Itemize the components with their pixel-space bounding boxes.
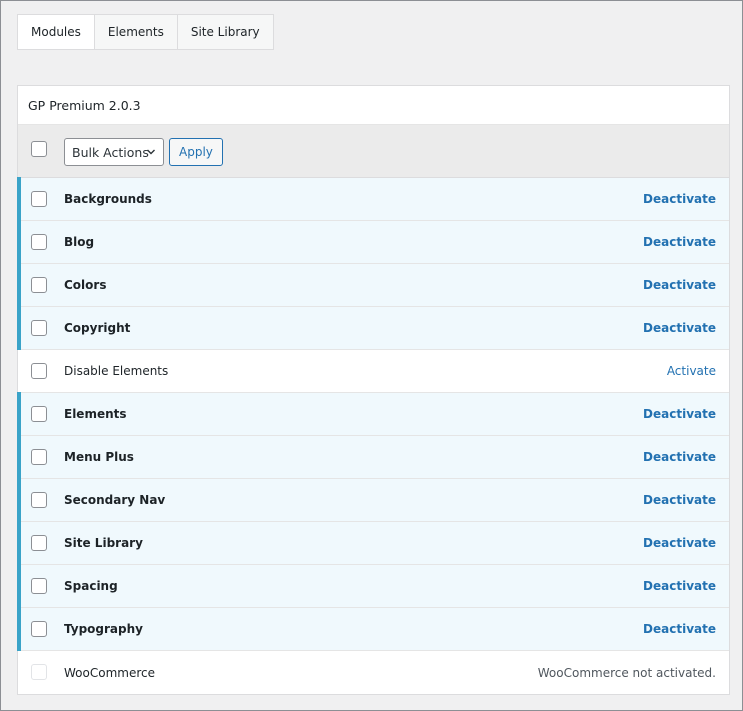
module-name: WooCommerce — [64, 665, 155, 680]
module-name: Disable Elements — [64, 364, 169, 378]
deactivate-link[interactable]: Deactivate — [643, 278, 716, 292]
module-row-menu-plus: Menu Plus Deactivate — [17, 435, 729, 479]
activate-link[interactable]: Activate — [667, 364, 716, 378]
module-name: Blog — [64, 235, 95, 249]
row-checkbox[interactable] — [31, 191, 47, 207]
bulk-actions-select[interactable]: Bulk Actions — [64, 138, 164, 166]
deactivate-link[interactable]: Deactivate — [643, 622, 716, 636]
deactivate-link[interactable]: Deactivate — [643, 493, 716, 507]
row-checkbox[interactable] — [31, 535, 47, 551]
tab-modules[interactable]: Modules — [18, 15, 95, 49]
module-name: Menu Plus — [64, 450, 134, 464]
module-row-spacing: Spacing Deactivate — [17, 564, 729, 608]
row-checkbox[interactable] — [31, 277, 47, 293]
module-name: Colors — [64, 278, 107, 292]
module-row-colors: Colors Deactivate — [17, 263, 729, 307]
apply-button[interactable]: Apply — [169, 138, 223, 166]
module-row-copyright: Copyright Deactivate — [17, 306, 729, 350]
module-name: Secondary Nav — [64, 493, 166, 507]
module-row-typography: Typography Deactivate — [17, 607, 729, 651]
module-row-elements: Elements Deactivate — [17, 392, 729, 436]
row-checkbox[interactable] — [31, 449, 47, 465]
module-row-site-library: Site Library Deactivate — [17, 521, 729, 565]
module-row-disable-elements: Disable Elements Activate — [18, 350, 729, 393]
module-tabs: Modules Elements Site Library — [17, 14, 274, 50]
modules-panel: GP Premium 2.0.3 Bulk Actions Apply Back… — [17, 85, 730, 695]
panel-title: GP Premium 2.0.3 — [18, 86, 729, 125]
module-name: Spacing — [64, 579, 118, 593]
row-checkbox[interactable] — [31, 621, 47, 637]
module-list: Backgrounds Deactivate Blog Deactivate C… — [17, 177, 729, 694]
woocommerce-status-text: WooCommerce not activated. — [537, 665, 716, 680]
select-all-checkbox[interactable] — [31, 141, 47, 157]
tab-elements[interactable]: Elements — [94, 15, 178, 49]
deactivate-link[interactable]: Deactivate — [643, 579, 716, 593]
bulk-toolbar: Bulk Actions Apply — [18, 125, 729, 178]
row-checkbox[interactable] — [31, 492, 47, 508]
row-checkbox[interactable] — [31, 363, 47, 379]
module-name: Elements — [64, 407, 127, 421]
module-row-secondary-nav: Secondary Nav Deactivate — [17, 478, 729, 522]
module-name: Typography — [64, 622, 143, 636]
deactivate-link[interactable]: Deactivate — [643, 450, 716, 464]
module-row-woocommerce: WooCommerce WooCommerce not activated. — [18, 651, 729, 694]
bulk-actions-label: Bulk Actions — [72, 144, 149, 160]
row-checkbox-disabled — [31, 664, 47, 680]
module-name: Copyright — [64, 321, 131, 335]
module-name: Backgrounds — [64, 192, 152, 206]
row-checkbox[interactable] — [31, 406, 47, 422]
deactivate-link[interactable]: Deactivate — [643, 235, 716, 249]
module-row-blog: Blog Deactivate — [17, 220, 729, 264]
row-checkbox[interactable] — [31, 578, 47, 594]
chevron-down-icon — [147, 149, 155, 155]
deactivate-link[interactable]: Deactivate — [643, 192, 716, 206]
module-row-backgrounds: Backgrounds Deactivate — [17, 177, 729, 221]
module-name: Site Library — [64, 536, 143, 550]
row-checkbox[interactable] — [31, 320, 47, 336]
row-checkbox[interactable] — [31, 234, 47, 250]
deactivate-link[interactable]: Deactivate — [643, 407, 716, 421]
tab-site-library[interactable]: Site Library — [177, 15, 273, 49]
deactivate-link[interactable]: Deactivate — [643, 536, 716, 550]
deactivate-link[interactable]: Deactivate — [643, 321, 716, 335]
